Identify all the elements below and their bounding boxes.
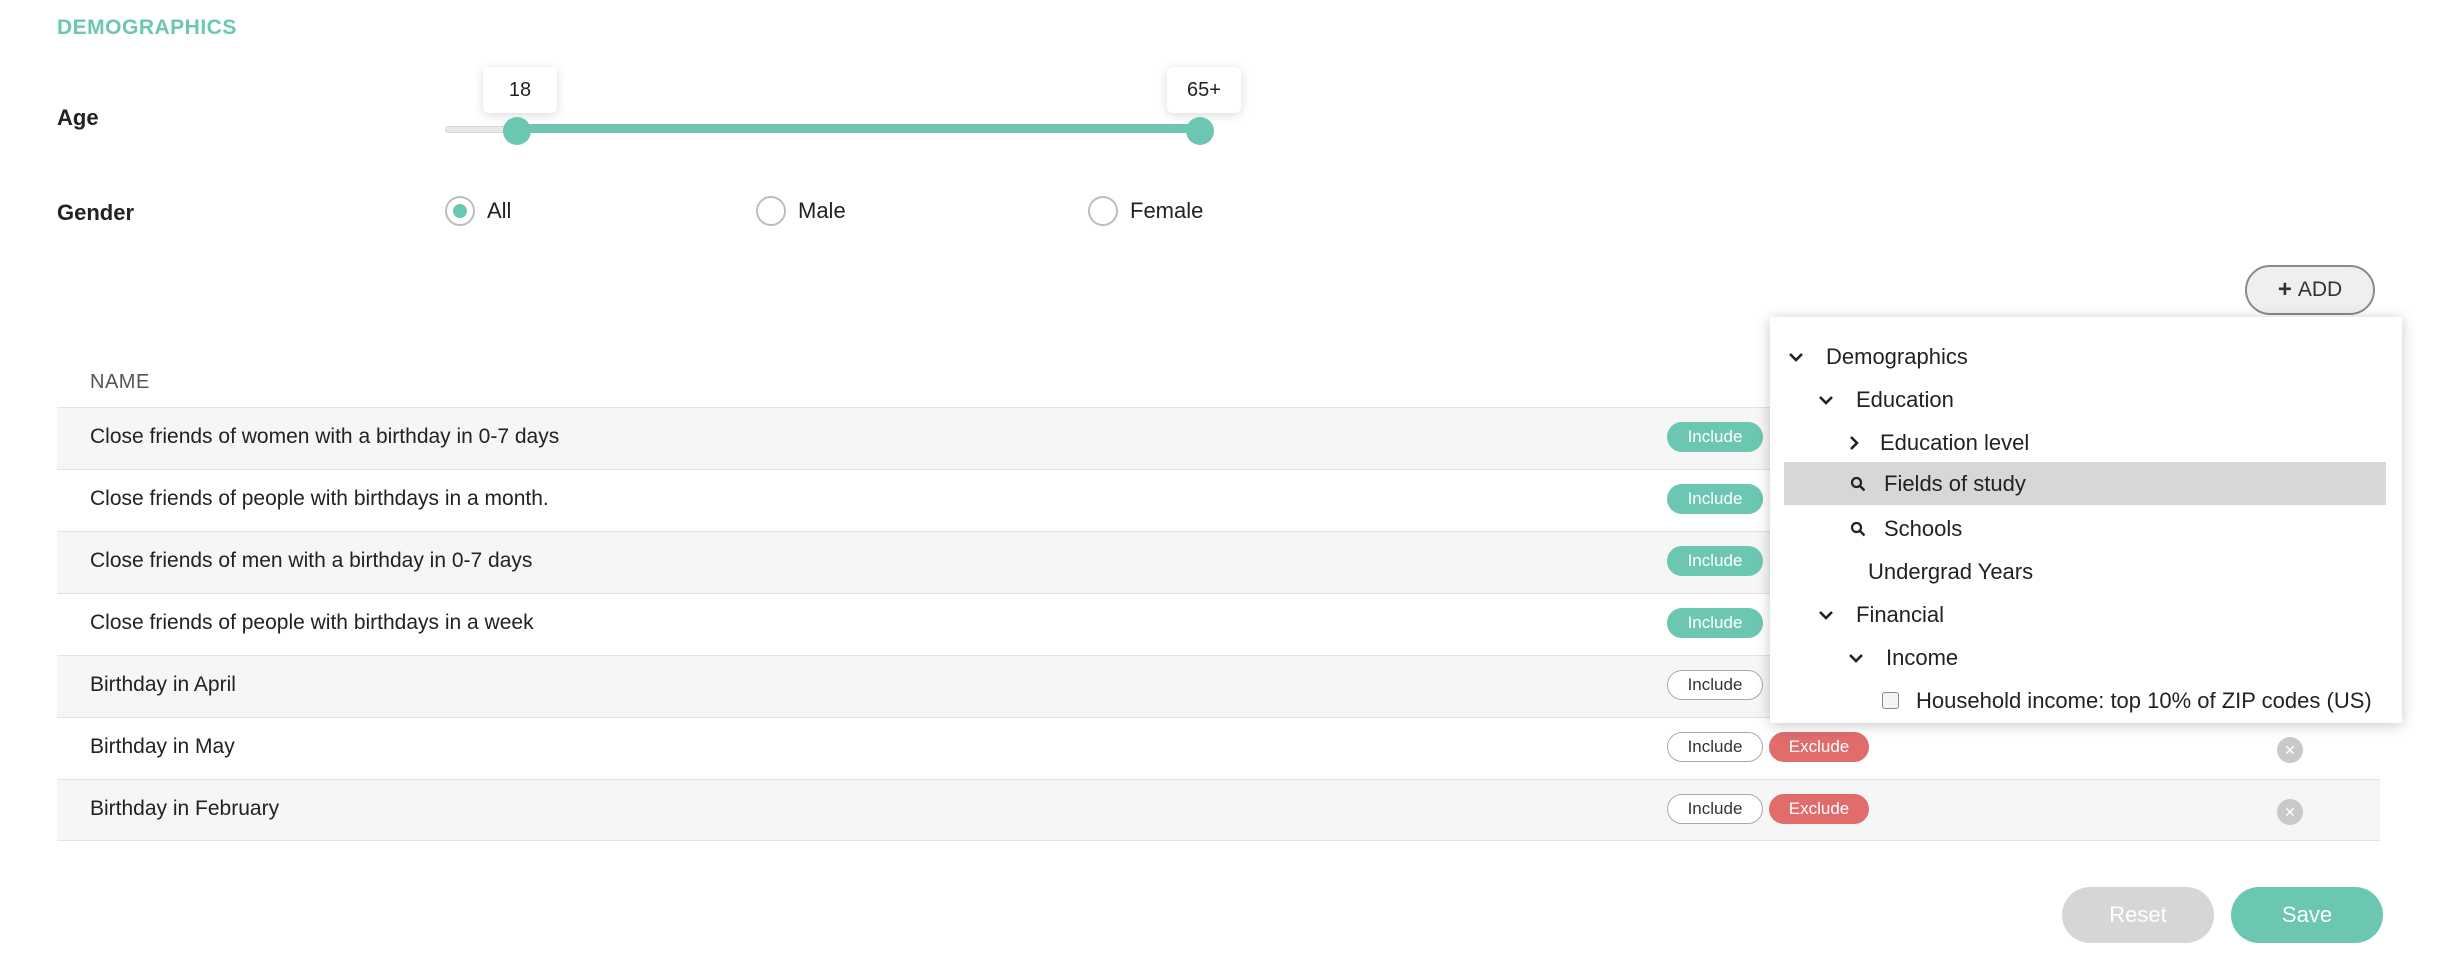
tree-item-label: Education [1856, 386, 1954, 412]
age-min-handle[interactable] [503, 117, 531, 145]
chevron-down-icon [1846, 648, 1866, 668]
remove-icon[interactable]: ✕ [2277, 737, 2303, 763]
gender-radio-all[interactable] [445, 196, 475, 226]
search-icon [1848, 519, 1868, 539]
tree-item-income[interactable]: Income [1770, 636, 2402, 679]
remove-icon[interactable]: ✕ [2277, 799, 2303, 825]
gender-option-male-label[interactable]: Male [798, 198, 846, 224]
tree-item-undergrad-years[interactable]: Undergrad Years [1770, 550, 2402, 593]
age-slider-range [517, 124, 1195, 133]
tree-item-label: Undergrad Years [1868, 558, 2034, 584]
tree-item-label: Household income: top 10% of ZIP codes (… [1916, 687, 2372, 713]
add-button[interactable]: + ADD [2245, 265, 2375, 315]
add-button-label: ADD [2297, 278, 2343, 301]
save-button[interactable]: Save [2231, 887, 2383, 943]
chevron-down-icon [1786, 347, 1806, 367]
include-button[interactable]: Include [1667, 484, 1763, 514]
row-name: Close friends of men with a birthday in … [90, 549, 533, 572]
gender-option-female-label[interactable]: Female [1130, 198, 1203, 224]
tree-item-demographics[interactable]: Demographics [1770, 335, 2402, 378]
row-name: Close friends of women with a birthday i… [90, 425, 560, 448]
table-row: Birthday in February Include Exclude ✕ [57, 779, 2380, 841]
age-min-tooltip: 18 [483, 67, 557, 113]
column-header-name: NAME [90, 371, 150, 393]
include-button[interactable]: Include [1667, 546, 1763, 576]
tree-item-education[interactable]: Education [1770, 378, 2402, 421]
gender-option-all-label[interactable]: All [487, 198, 511, 224]
tree-item-fields-of-study[interactable]: Fields of study [1784, 462, 2386, 505]
tree-item-household-income[interactable]: Household income: top 10% of ZIP codes (… [1770, 679, 2402, 722]
search-icon [1848, 474, 1868, 494]
plus-icon: + [2277, 276, 2292, 303]
include-button[interactable]: Include [1667, 670, 1763, 700]
tree-item-financial[interactable]: Financial [1770, 593, 2402, 636]
include-button[interactable]: Include [1667, 794, 1763, 824]
include-button[interactable]: Include [1667, 422, 1763, 452]
row-name: Birthday in May [90, 735, 235, 758]
gender-label: Gender [57, 200, 135, 225]
checkbox[interactable] [1882, 692, 1899, 709]
table-row: Birthday in May Include Exclude ✕ [57, 717, 2380, 779]
category-dropdown: Demographics Education Education level F… [1770, 317, 2402, 723]
age-max-tooltip: 65+ [1167, 67, 1241, 113]
include-button[interactable]: Include [1667, 732, 1763, 762]
age-label: Age [57, 105, 99, 130]
gender-radio-female[interactable] [1088, 196, 1118, 226]
row-name: Close friends of people with birthdays i… [90, 487, 549, 510]
chevron-right-icon [1844, 433, 1864, 453]
tree-item-schools[interactable]: Schools [1770, 507, 2402, 550]
gender-radio-male[interactable] [756, 196, 786, 226]
section-title: DEMOGRAPHICS [57, 16, 237, 39]
include-button[interactable]: Include [1667, 608, 1763, 638]
chevron-down-icon [1816, 605, 1836, 625]
tree-item-label: Income [1886, 644, 1959, 670]
tree-item-label: Demographics [1826, 343, 1968, 369]
reset-button[interactable]: Reset [2062, 887, 2214, 943]
row-name: Close friends of people with birthdays i… [90, 611, 534, 634]
tree-item-label: Schools [1884, 515, 1963, 541]
age-max-handle[interactable] [1186, 117, 1214, 145]
exclude-button[interactable]: Exclude [1769, 732, 1869, 762]
row-name: Birthday in February [90, 797, 280, 820]
tree-item-education-level[interactable]: Education level [1770, 421, 2402, 464]
exclude-button[interactable]: Exclude [1769, 794, 1869, 824]
tree-item-label: Education level [1880, 429, 2030, 455]
row-name: Birthday in April [90, 673, 236, 696]
tree-item-label: Financial [1856, 601, 1945, 627]
chevron-down-icon [1816, 390, 1836, 410]
tree-item-label: Fields of study [1884, 470, 2026, 496]
